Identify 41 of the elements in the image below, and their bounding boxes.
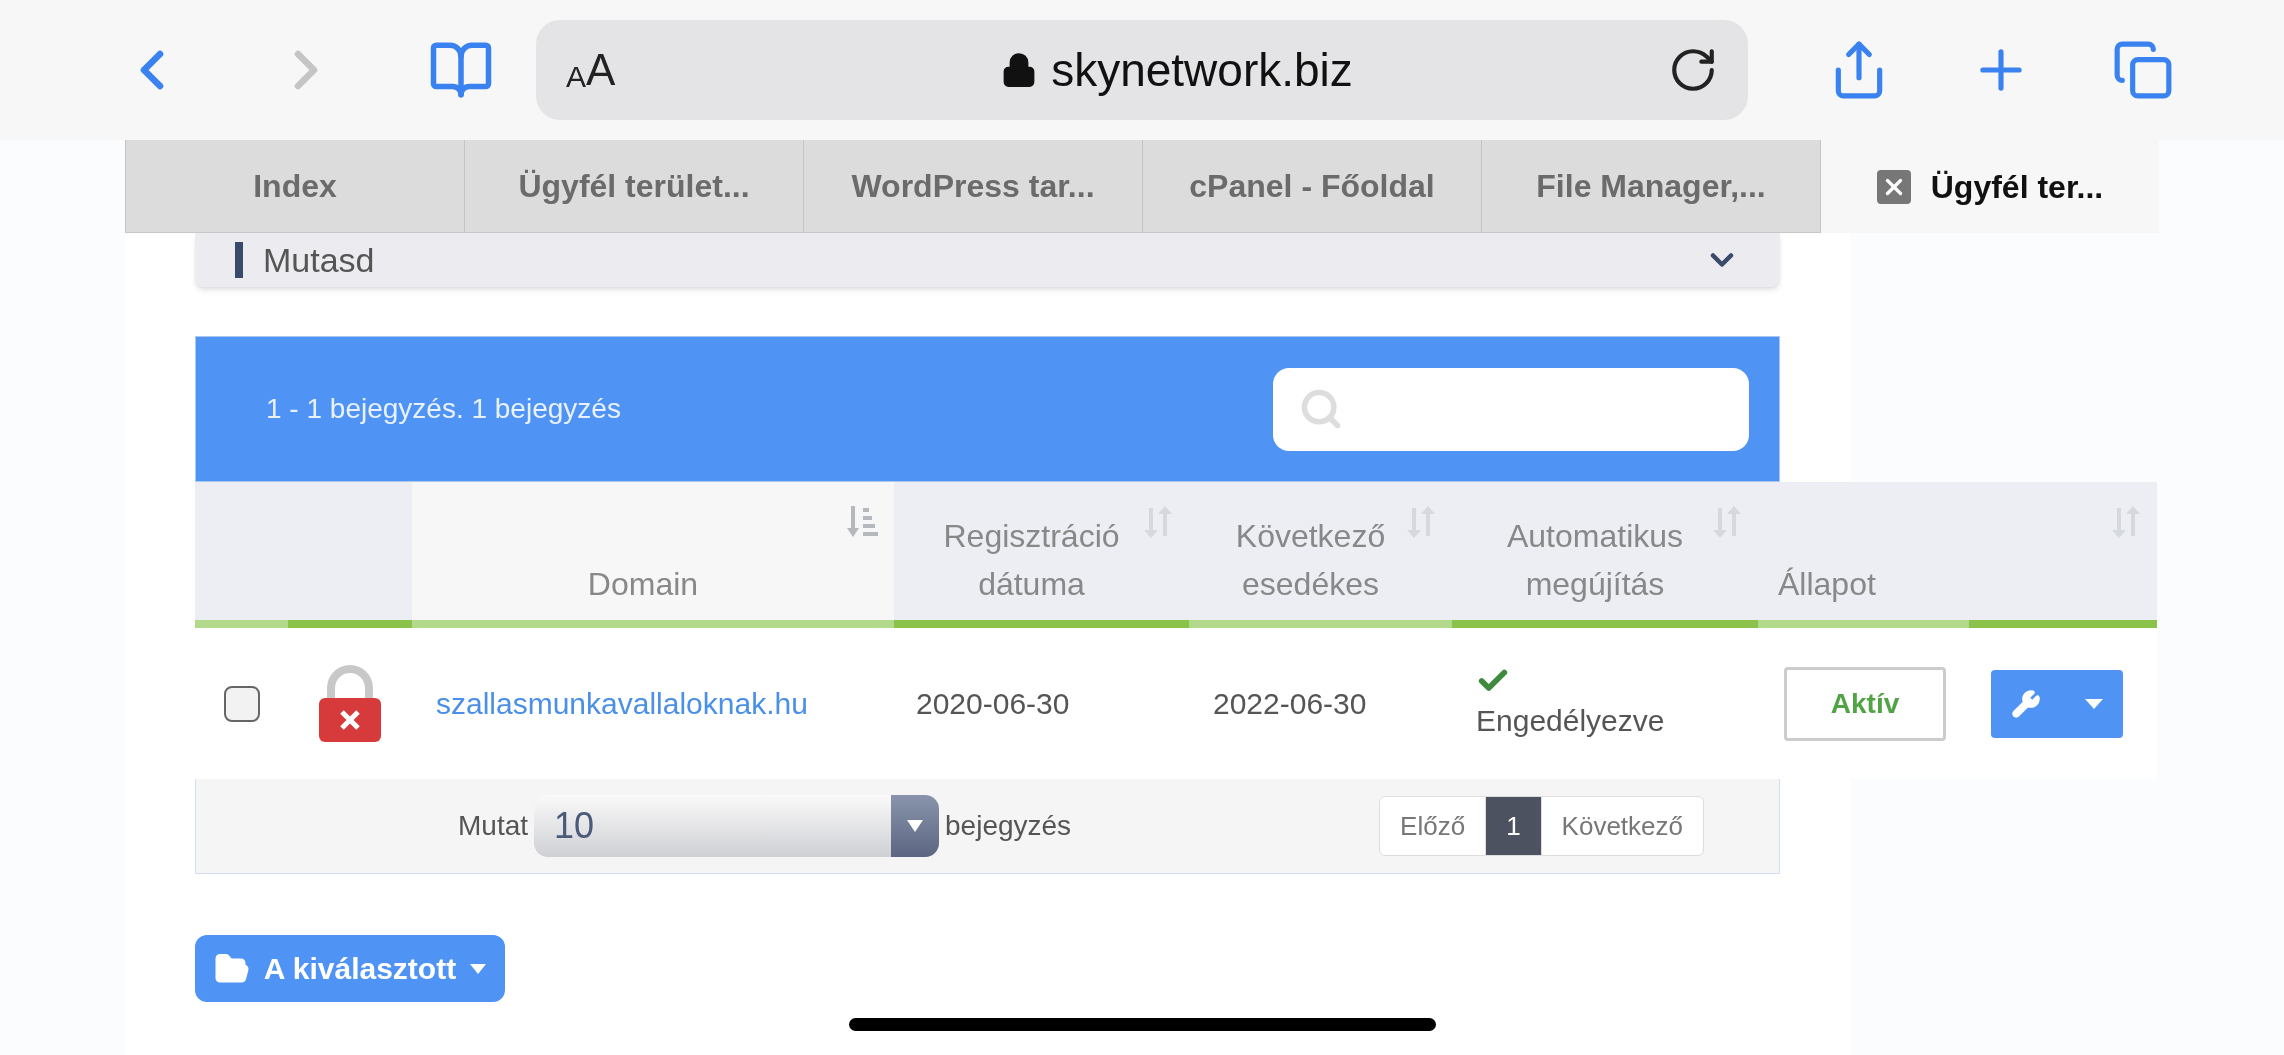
- browser-tab[interactable]: cPanel - Főoldal: [1142, 140, 1481, 233]
- pagination-button[interactable]: Következő: [1540, 797, 1703, 855]
- text-size-button[interactable]: AA: [566, 48, 686, 92]
- filter-panel[interactable]: Mutasd: [195, 233, 1780, 287]
- column-header[interactable]: Regisztráció dátuma: [894, 482, 1189, 628]
- status-badge: Aktív: [1784, 666, 1946, 741]
- column-header[interactable]: [1969, 482, 2157, 628]
- caret-icon: [2085, 698, 2103, 709]
- page-size-select[interactable]: 10: [534, 795, 940, 857]
- due-date: 2022-06-30: [1213, 687, 1367, 720]
- column-header: Állapot: [1758, 482, 1969, 628]
- show-label: Mutat: [458, 809, 529, 843]
- column-header[interactable]: Automatikus megújítás: [1452, 482, 1758, 628]
- entries-label: bejegyzés: [945, 809, 1072, 843]
- actions-button[interactable]: [1991, 669, 2123, 738]
- browser-tab[interactable]: Ügyfél terület...: [464, 140, 803, 233]
- browser-tab[interactable]: Index: [125, 140, 464, 233]
- browser-tab[interactable]: WordPress tar...: [803, 140, 1142, 233]
- auto-renew-status: Engedélyezve: [1476, 703, 1666, 739]
- browser-tab[interactable]: Ügyfél ter...: [1820, 140, 2159, 233]
- column-header[interactable]: Domain: [412, 482, 894, 628]
- pagination-button[interactable]: Előző: [1380, 797, 1486, 855]
- filter-label: Mutasd: [263, 243, 375, 277]
- address-bar[interactable]: AA skynetwork.biz: [536, 20, 1748, 120]
- url-text: skynetwork.biz: [1051, 42, 1353, 98]
- wrench-icon: [2011, 688, 2041, 719]
- domain-link[interactable]: szallasmunkavallaloknak.hu: [436, 687, 808, 720]
- browser-tab[interactable]: File Manager,...: [1481, 140, 1820, 233]
- search-icon: [1299, 387, 1343, 431]
- accent-bar: [235, 242, 243, 278]
- bulk-action-button[interactable]: A kiválasztott: [195, 935, 505, 1002]
- close-tab-icon[interactable]: [1876, 169, 1911, 204]
- tabs-button[interactable]: [2112, 39, 2174, 101]
- column-header[interactable]: Következő esedékes: [1189, 482, 1452, 628]
- row-checkbox[interactable]: [223, 685, 260, 722]
- search-field[interactable]: [1273, 367, 1749, 451]
- pagination-button[interactable]: 1: [1485, 797, 1541, 855]
- caret-icon: [470, 963, 487, 974]
- entries-summary: 1 - 1 bejegyzés. 1 bejegyzés: [266, 392, 621, 426]
- registration-date: 2020-06-30: [916, 687, 1070, 720]
- caret-icon: [907, 820, 924, 832]
